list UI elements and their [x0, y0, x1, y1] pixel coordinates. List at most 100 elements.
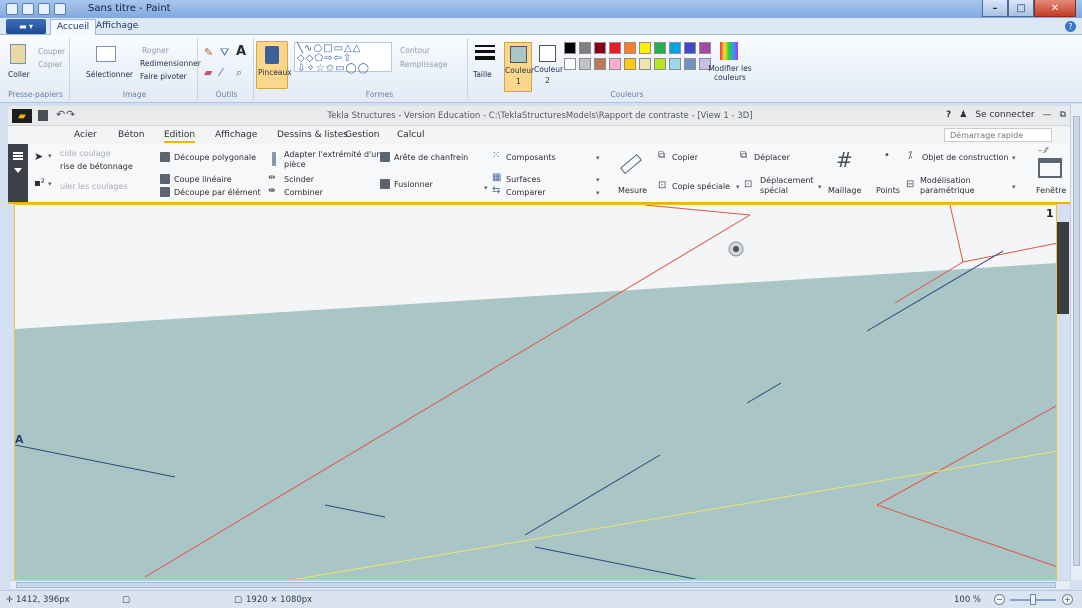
- chamfer-button[interactable]: Arête de chanfrein: [394, 153, 468, 162]
- copy-special-button[interactable]: Copie spéciale: [672, 182, 730, 191]
- palette-swatch[interactable]: [579, 42, 591, 54]
- 3d-view[interactable]: [14, 204, 1057, 580]
- size-button[interactable]: Taille: [470, 41, 500, 89]
- palette-swatch[interactable]: [609, 42, 621, 54]
- line-cut-button[interactable]: Coupe linéaire: [174, 175, 232, 184]
- tab-affichage[interactable]: Affichage: [90, 19, 144, 35]
- combine-button[interactable]: Combiner: [284, 188, 323, 197]
- text-icon[interactable]: A: [236, 44, 246, 59]
- tekla-restore-icon[interactable]: ⧉: [1060, 110, 1066, 120]
- palette-swatch[interactable]: [684, 58, 696, 70]
- eraser-icon[interactable]: ▰: [204, 66, 212, 79]
- points-button[interactable]: Points: [876, 186, 900, 195]
- paste-button[interactable]: Coller: [8, 70, 30, 79]
- palette-swatch[interactable]: [564, 58, 576, 70]
- fit-end-button[interactable]: Adapter l'extrémité d'une: [284, 150, 386, 159]
- palette-swatch[interactable]: [654, 58, 666, 70]
- part-cut-button[interactable]: Découpe par élément: [174, 188, 261, 197]
- side-menu-button[interactable]: [8, 144, 28, 202]
- surfaces-button[interactable]: Surfaces: [506, 175, 541, 184]
- help-icon[interactable]: ?: [1065, 21, 1076, 32]
- 3d-view-canvas[interactable]: [15, 205, 1057, 580]
- merge-caret[interactable]: ▾: [484, 184, 488, 192]
- horizontal-scrollbar[interactable]: [10, 580, 1070, 589]
- outline-button[interactable]: Contour: [400, 46, 430, 55]
- mesh-button[interactable]: Maillage: [828, 186, 861, 195]
- palette-swatch[interactable]: [669, 58, 681, 70]
- move-button[interactable]: Déplacer: [754, 153, 790, 162]
- quick-launch-input[interactable]: [944, 128, 1052, 142]
- palette-swatch[interactable]: [654, 42, 666, 54]
- vertical-scroll-thumb[interactable]: [1073, 116, 1080, 566]
- palette-swatch[interactable]: [639, 42, 651, 54]
- copy-special-caret[interactable]: ▾: [736, 183, 740, 191]
- color-1-button[interactable]: Couleur 1: [504, 42, 534, 92]
- ribbon-minimize-icon[interactable]: – ⁄⁄: [1038, 146, 1047, 155]
- surfaces-caret[interactable]: ▾: [596, 176, 600, 184]
- measure-icon[interactable]: [620, 153, 642, 175]
- palette-swatch[interactable]: [624, 42, 636, 54]
- redo-icon[interactable]: [54, 3, 66, 15]
- rotate-button[interactable]: Faire pivoter: [140, 72, 187, 81]
- select-button[interactable]: Sélectionner: [86, 70, 133, 79]
- rainbow-palette-icon[interactable]: [720, 42, 738, 60]
- window-button[interactable]: Fenêtre: [1036, 186, 1066, 195]
- measure-button[interactable]: Mesure: [618, 186, 647, 195]
- parametric-modeling-button[interactable]: Modélisation: [920, 176, 971, 185]
- tekla-minimize-icon[interactable]: —: [1043, 110, 1052, 120]
- fill-icon[interactable]: ⛛: [220, 46, 229, 60]
- construction-object-button[interactable]: Objet de construction: [922, 153, 1009, 162]
- color-2-button[interactable]: Couleur 2: [534, 42, 563, 92]
- palette-swatch[interactable]: [564, 42, 576, 54]
- tab-beton[interactable]: Béton: [118, 130, 144, 140]
- resize-button[interactable]: Redimensionner: [140, 59, 201, 68]
- copy-button[interactable]: Copier: [38, 60, 62, 69]
- pour-break-cmd[interactable]: rise de bétonnage: [60, 162, 133, 171]
- points-icon[interactable]: •: [884, 150, 890, 161]
- minimize-button[interactable]: –: [982, 0, 1008, 17]
- connect-button[interactable]: Se connecter: [975, 110, 1034, 120]
- vertical-scrollbar[interactable]: [1070, 104, 1082, 580]
- mesh-icon[interactable]: #: [836, 150, 853, 170]
- palette-swatch[interactable]: [699, 42, 711, 54]
- fill-button[interactable]: Remplissage: [400, 60, 448, 69]
- palette-swatch[interactable]: [639, 58, 651, 70]
- shapes-gallery[interactable]: ╲∿○□▭△△ ◇◇⬠⇨⇦⇧ ⇩✧☆✩▭◯◯: [294, 42, 392, 74]
- paint-file-menu-button[interactable]: ▬ ▾: [6, 19, 46, 34]
- pencil-icon[interactable]: ✎: [204, 46, 213, 59]
- color-picker-icon[interactable]: ⁄: [220, 66, 222, 79]
- save-icon[interactable]: [22, 3, 34, 15]
- select-arrow-icon[interactable]: ➤: [34, 150, 43, 163]
- tab-dessins-listes[interactable]: Dessins & listes: [277, 130, 348, 140]
- undo-icon[interactable]: [38, 3, 50, 15]
- split-button[interactable]: Scinder: [284, 175, 314, 184]
- palette-swatch[interactable]: [579, 58, 591, 70]
- pour-tool-icon[interactable]: ▪²: [34, 178, 45, 189]
- tab-acier[interactable]: Acier: [74, 130, 97, 140]
- select-caret[interactable]: ▾: [48, 152, 52, 160]
- pour-caret[interactable]: ▾: [48, 180, 52, 188]
- close-button[interactable]: ✕: [1034, 0, 1076, 17]
- paste-icon[interactable]: [10, 44, 26, 64]
- horizontal-scroll-thumb[interactable]: [16, 582, 1056, 588]
- palette-swatch[interactable]: [669, 42, 681, 54]
- zoom-slider-thumb[interactable]: [1030, 594, 1036, 605]
- crop-button[interactable]: Rogner: [142, 46, 169, 55]
- tab-affichage-tekla[interactable]: Affichage: [215, 130, 257, 140]
- merge-button[interactable]: Fusionner: [394, 180, 433, 189]
- select-icon[interactable]: [96, 46, 116, 62]
- parametric-caret[interactable]: ▾: [1012, 183, 1016, 191]
- compare-caret[interactable]: ▾: [596, 189, 600, 197]
- move-special-caret[interactable]: ▾: [818, 183, 822, 191]
- tab-calcul[interactable]: Calcul: [397, 130, 424, 140]
- palette-swatch[interactable]: [624, 58, 636, 70]
- palette-swatch[interactable]: [594, 42, 606, 54]
- move-special-button[interactable]: Déplacement: [760, 176, 814, 185]
- tekla-help-button[interactable]: ?: [946, 110, 951, 120]
- construction-object-caret[interactable]: ▾: [1012, 154, 1016, 162]
- components-caret[interactable]: ▾: [596, 154, 600, 162]
- tab-edition[interactable]: Edition: [164, 130, 196, 143]
- components-button[interactable]: Composants: [506, 153, 556, 162]
- edit-colors-button[interactable]: Modifier les couleurs: [708, 64, 752, 82]
- copy-button-tekla[interactable]: Copier: [672, 153, 698, 162]
